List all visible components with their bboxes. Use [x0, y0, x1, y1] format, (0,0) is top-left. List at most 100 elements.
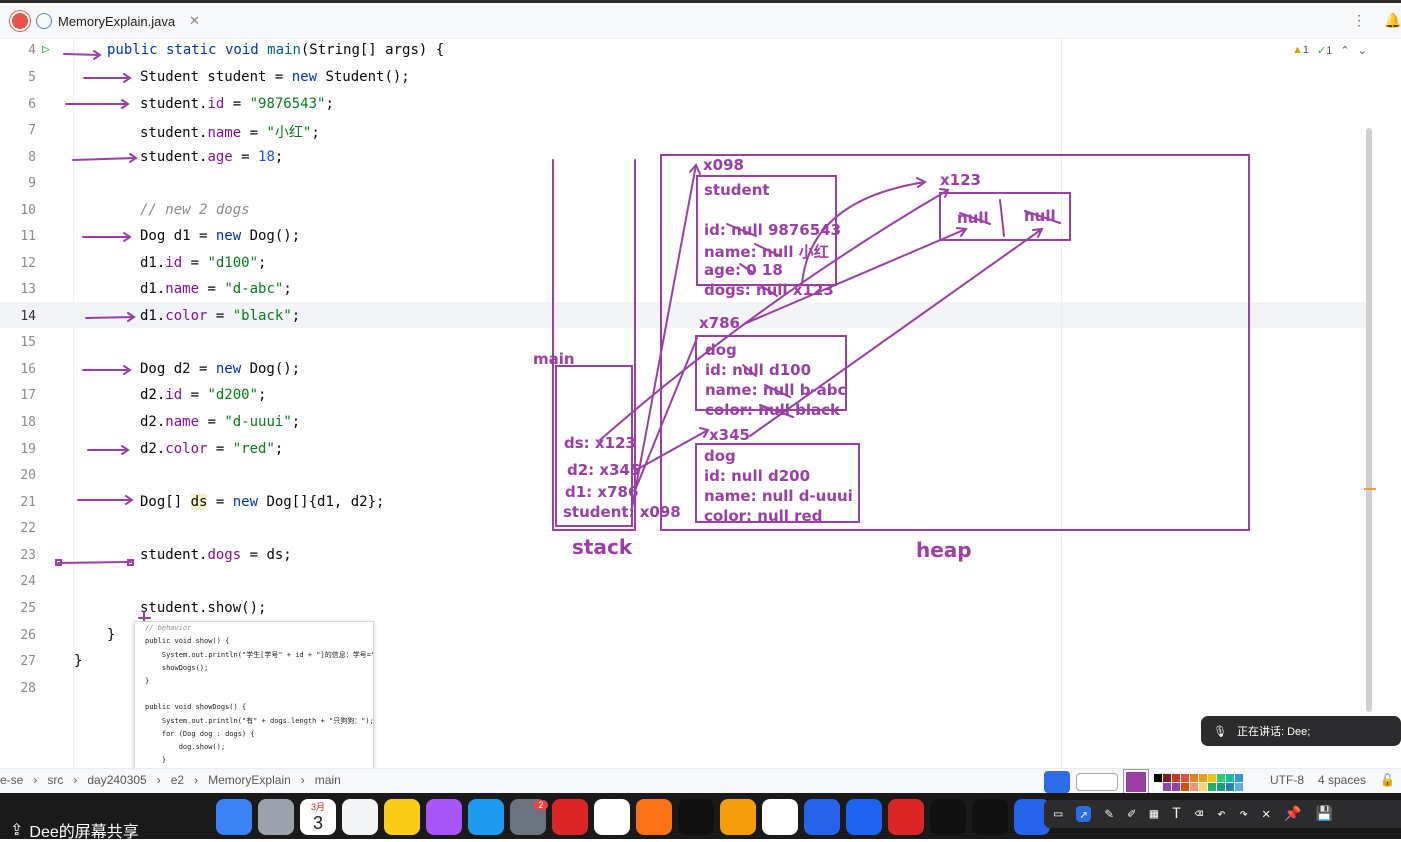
array-cell-1: null	[1024, 207, 1056, 225]
chrome-icon[interactable]	[594, 799, 630, 835]
launchpad-icon[interactable]	[258, 799, 294, 835]
popup-code-line: showDogs();	[145, 663, 209, 672]
color-option[interactable]	[1172, 782, 1180, 791]
color-option[interactable]	[1226, 773, 1234, 782]
calendar-day: 3	[312, 813, 323, 833]
settings-icon[interactable]: 2	[510, 799, 548, 835]
screen-icon[interactable]: ▭	[1054, 806, 1062, 822]
annotation-text: dog	[705, 341, 737, 359]
pen-tool-icon[interactable]: ✎	[1105, 806, 1113, 822]
stroke-size-select[interactable]	[1076, 773, 1118, 791]
annotation-text: id: null d200	[704, 467, 811, 485]
highlighter-tool-icon[interactable]: ✐	[1127, 806, 1135, 822]
color-option[interactable]	[1181, 773, 1189, 782]
screen-share-label: ⇪ Dee的屏幕共享	[0, 820, 216, 841]
color-option[interactable]	[1154, 773, 1162, 782]
finder-icon[interactable]	[216, 799, 252, 835]
netease-music-icon[interactable]	[552, 799, 588, 835]
color-option[interactable]	[1190, 773, 1198, 782]
popup-code-line: System.out.println("有" + dogs.length + "…	[145, 717, 374, 726]
annotation-text: dog	[704, 447, 736, 465]
current-color-swatch[interactable]	[1124, 770, 1148, 794]
breadcrumb-item[interactable]: src	[47, 773, 63, 787]
popup-code-line: for (Dog dog : dogs) {	[145, 729, 255, 738]
pointer-tool-icon[interactable]	[1044, 771, 1070, 793]
annotation-text: id: null 9876543	[704, 221, 842, 239]
calendar-icon[interactable]: 3月 3	[300, 799, 336, 835]
color-option[interactable]	[1217, 773, 1225, 782]
popup-code-line: // behavior	[145, 624, 192, 632]
pin-icon[interactable]: 📌	[1284, 806, 1301, 822]
popup-code-line: public void show() {	[145, 637, 230, 646]
breadcrumb-item[interactable]: MemoryExplain	[208, 773, 291, 787]
dog2-address: x345	[709, 426, 750, 444]
color-option[interactable]	[1226, 782, 1234, 791]
save-icon[interactable]: 💾	[1316, 806, 1333, 822]
encoding[interactable]: UTF-8	[1270, 773, 1304, 787]
firefox-icon[interactable]	[636, 799, 672, 835]
breadcrumb-item[interactable]: main	[315, 773, 341, 787]
vscode-icon[interactable]	[804, 799, 840, 835]
xmind-icon[interactable]	[888, 799, 924, 835]
stack-variable: d1: x786	[565, 483, 639, 501]
breadcrumb-item[interactable]: e-se	[0, 773, 23, 787]
color-option[interactable]	[1154, 782, 1162, 791]
color-option[interactable]	[1190, 782, 1198, 791]
color-option[interactable]	[1208, 782, 1216, 791]
color-option[interactable]	[1199, 773, 1207, 782]
color-option[interactable]	[1181, 782, 1189, 791]
text-tool-icon[interactable]: T	[1172, 806, 1180, 822]
undo-icon[interactable]: ↶	[1217, 806, 1225, 822]
speaking-text: 正在讲话: Dee;	[1236, 726, 1311, 738]
notes-icon[interactable]	[384, 799, 420, 835]
color-option[interactable]	[1217, 782, 1225, 791]
slack-icon[interactable]	[762, 799, 798, 835]
intellij-icon[interactable]	[930, 799, 966, 835]
annotation-text: student	[704, 181, 770, 199]
annotation-text: age: 0 18	[704, 261, 783, 279]
stack-variable: student: x098	[563, 503, 681, 521]
dock-apps: 3月 3 2	[216, 797, 1050, 837]
annotation-tools: ▭ ↗ ✎ ✐ ▦ T ⌫ ↶ ↷ ✕ 📌 💾	[1044, 800, 1401, 828]
annotation-text: name: null d-uuui	[704, 487, 853, 505]
color-option[interactable]	[1172, 773, 1180, 782]
annotation-color-bar	[1044, 770, 1274, 794]
annotation-text: name: null b-abc	[705, 381, 847, 399]
settings-badge: 2	[534, 800, 548, 810]
indent-setting[interactable]: 4 spaces	[1318, 773, 1366, 787]
docker-icon[interactable]	[846, 799, 882, 835]
podcasts-icon[interactable]	[426, 799, 462, 835]
terminal-icon[interactable]	[678, 799, 714, 835]
chevron-right-icon: ›	[194, 773, 199, 787]
eraser-tool-icon[interactable]: ⌫	[1195, 806, 1203, 822]
color-option[interactable]	[1235, 773, 1243, 782]
calendar-month: 3月	[310, 802, 325, 812]
sublime-icon[interactable]	[720, 799, 756, 835]
color-option[interactable]	[1208, 773, 1216, 782]
code-snippet-popup: // behavior public void show() { System.o…	[134, 621, 374, 781]
color-option[interactable]	[1163, 782, 1171, 791]
redo-icon[interactable]: ↷	[1240, 806, 1248, 822]
popup-code-line: }	[145, 676, 150, 685]
annotation-text: color: null red	[704, 507, 823, 525]
color-option[interactable]	[1163, 773, 1171, 782]
breadcrumb: e-se › src › day240305 › e2 › MemoryExplain › main	[0, 773, 341, 787]
color-option[interactable]	[1199, 782, 1207, 791]
color-palette[interactable]	[1154, 773, 1243, 791]
mosaic-tool-icon[interactable]: ▦	[1150, 806, 1158, 822]
stack-title: stack	[572, 535, 633, 559]
reminders-icon[interactable]	[342, 799, 378, 835]
lock-icon[interactable]: 🔓	[1380, 773, 1395, 787]
status-right: UTF-8 4 spaces 🔓	[1270, 773, 1395, 787]
app-store-icon[interactable]	[468, 799, 504, 835]
arrow-tool-icon[interactable]: ↗	[1076, 806, 1091, 822]
breadcrumb-item[interactable]: e2	[171, 773, 184, 787]
annotation-text: name: null 小红	[704, 243, 829, 261]
breadcrumb-item[interactable]: day240305	[87, 773, 146, 787]
intellij-ce-icon[interactable]	[972, 799, 1008, 835]
popup-code-line: System.out.println("学生[学号" + id + "]的信息：…	[145, 651, 374, 660]
color-option[interactable]	[1235, 782, 1243, 791]
heap-title: heap	[916, 538, 972, 562]
microphone-icon: 🎙	[1213, 725, 1227, 738]
close-icon[interactable]: ✕	[1262, 806, 1270, 822]
